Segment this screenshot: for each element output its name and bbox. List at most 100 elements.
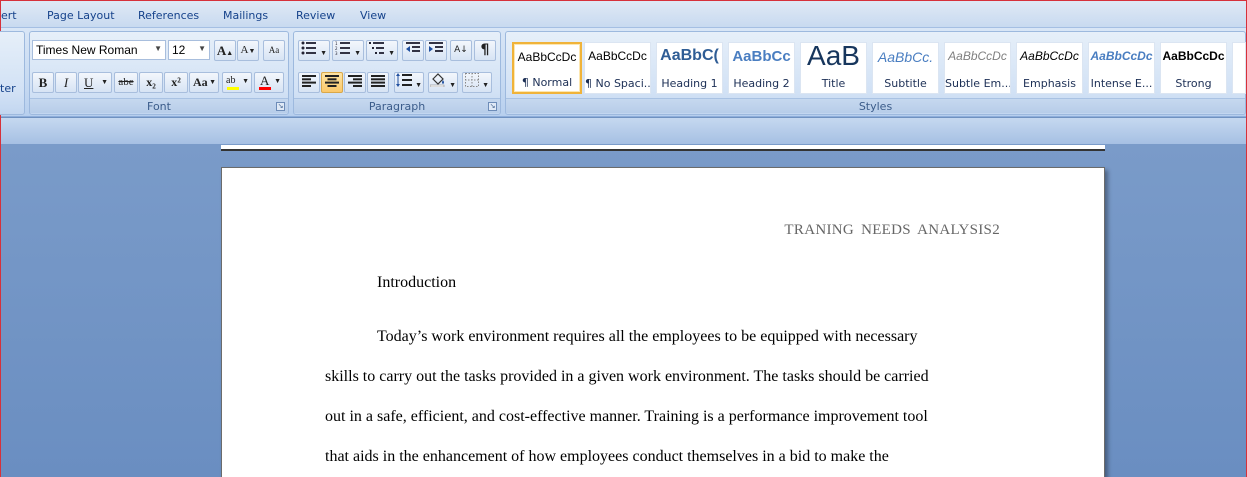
- styles-group-label: Styles: [506, 98, 1245, 113]
- grow-font-button[interactable]: A▲: [214, 40, 236, 61]
- tab-view[interactable]: View: [360, 9, 386, 22]
- align-center-icon: [325, 75, 339, 87]
- subscript-button[interactable]: x₂: [139, 72, 163, 93]
- paragraph-dialog-launcher-icon[interactable]: ↘: [488, 102, 497, 111]
- style-strong[interactable]: AaBbCcDc Strong: [1160, 42, 1227, 94]
- sort-button[interactable]: A↓: [450, 40, 472, 61]
- style-subtitle[interactable]: AaBbCc. Subtitle: [872, 42, 939, 94]
- italic-button[interactable]: I: [55, 72, 77, 93]
- sort-icon: A↓: [454, 45, 468, 55]
- numbering-button[interactable]: 123 ▼: [332, 40, 364, 61]
- chevron-down-icon: ▼: [242, 77, 249, 85]
- svg-text:3: 3: [335, 51, 338, 55]
- align-left-icon: [302, 75, 316, 87]
- increase-indent-button[interactable]: [425, 40, 447, 61]
- underline-icon: U: [84, 75, 94, 90]
- clear-formatting-icon: Aa: [268, 45, 280, 55]
- show-formatting-marks-button[interactable]: ¶: [474, 40, 496, 61]
- multilevel-list-icon: [368, 42, 384, 54]
- shrink-font-button[interactable]: A▼: [237, 40, 259, 61]
- tab-page-layout[interactable]: Page Layout: [47, 9, 115, 22]
- chevron-down-icon: ▼: [274, 77, 281, 85]
- style-normal[interactable]: AaBbCcDc ¶ Normal: [512, 42, 582, 94]
- style-sample: AaBbCcDc: [588, 49, 647, 63]
- style-title[interactable]: AaB Title: [800, 42, 867, 94]
- line-spacing-icon: [395, 73, 412, 87]
- shading-button[interactable]: ▼: [428, 72, 458, 93]
- bold-button[interactable]: B: [32, 72, 54, 93]
- style-intense-emphasis[interactable]: AaBbCcDc Intense E...: [1088, 42, 1155, 94]
- clear-formatting-button[interactable]: Aa: [263, 40, 285, 61]
- decrease-indent-button[interactable]: [402, 40, 424, 61]
- style-name: Emphasis: [1023, 77, 1076, 90]
- style-sample: AaBbCcDc: [1090, 49, 1153, 63]
- superscript-icon: x²: [171, 75, 181, 89]
- strikethrough-button[interactable]: abe: [114, 72, 138, 93]
- style-name: Subtitle: [884, 77, 927, 90]
- justify-button[interactable]: [367, 72, 389, 93]
- style-heading-1[interactable]: AaBbC( Heading 1: [656, 42, 723, 94]
- style-sample: AaBbCcDc: [517, 50, 577, 64]
- shrink-font-icon: A: [240, 44, 249, 56]
- paragraph-group-label: Paragraph: [294, 98, 500, 113]
- superscript-button[interactable]: x²: [164, 72, 188, 93]
- style-name: Subtle Em...: [945, 77, 1010, 90]
- align-left-button[interactable]: [298, 72, 320, 93]
- style-name: Heading 2: [733, 77, 790, 90]
- chevron-down-icon: ▼: [415, 81, 423, 89]
- align-right-button[interactable]: [344, 72, 366, 93]
- font-color-swatch: [259, 87, 271, 90]
- multilevel-list-button[interactable]: ▼: [366, 40, 398, 61]
- ribbon: ter Times New Roman ▼ 12 ▼ A▲ A▼ Aa B I …: [0, 27, 1246, 117]
- font-color-button[interactable]: A ▼: [254, 72, 284, 93]
- chevron-down-icon: ▼: [354, 49, 362, 57]
- style-gallery-more[interactable]: [1232, 42, 1246, 94]
- font-name-value: Times New Roman: [36, 43, 138, 57]
- font-group: Times New Roman ▼ 12 ▼ A▲ A▼ Aa B I U ▼ a…: [29, 31, 289, 115]
- chevron-down-icon: ▼: [154, 44, 162, 53]
- line-spacing-button[interactable]: ▼: [394, 72, 424, 93]
- font-name-combo[interactable]: Times New Roman ▼: [32, 40, 166, 60]
- body-line: that aids in the enhancement of how empl…: [325, 448, 889, 465]
- font-size-combo[interactable]: 12 ▼: [168, 40, 210, 60]
- tab-references[interactable]: References: [138, 9, 199, 22]
- change-case-button[interactable]: Aa ▼: [189, 72, 219, 93]
- clipboard-group: ter: [0, 31, 25, 115]
- chevron-down-icon: ▼: [449, 81, 457, 89]
- body-line: skills to carry out the tasks provided i…: [325, 368, 929, 385]
- change-case-icon: Aa: [193, 75, 208, 89]
- font-size-value: 12: [172, 43, 186, 57]
- chevron-down-icon: ▼: [101, 78, 108, 86]
- tab-insert[interactable]: ert: [1, 9, 17, 22]
- style-emphasis[interactable]: AaBbCcDc Emphasis: [1016, 42, 1083, 94]
- tab-review[interactable]: Review: [296, 9, 335, 22]
- numbering-icon: 123: [335, 41, 350, 56]
- align-center-button[interactable]: [321, 72, 343, 93]
- chevron-down-icon: ▼: [320, 49, 328, 57]
- tab-mailings[interactable]: Mailings: [223, 9, 268, 22]
- underline-button[interactable]: U ▼: [78, 72, 112, 93]
- subscript-icon: x₂: [146, 75, 156, 89]
- borders-icon: [464, 73, 479, 87]
- paragraph-group: ▼ 123 ▼ ▼ A↓ ¶ ▼ ▼ ▼ Paragraph ↘: [293, 31, 501, 115]
- borders-button[interactable]: ▼: [462, 72, 492, 93]
- chevron-down-icon: ▼: [209, 78, 216, 86]
- style-subtle-emphasis[interactable]: AaBbCcDc Subtle Em...: [944, 42, 1011, 94]
- style-no-spacing[interactable]: AaBbCcDc ¶ No Spaci...: [584, 42, 651, 94]
- style-sample: AaBbC(: [660, 47, 719, 64]
- highlight-button[interactable]: ab ▼: [222, 72, 252, 93]
- bold-icon: B: [38, 75, 48, 90]
- align-right-icon: [348, 75, 362, 87]
- grow-font-icon: A: [216, 43, 227, 58]
- style-name: Strong: [1175, 77, 1212, 90]
- bullets-icon: [301, 41, 316, 55]
- style-heading-2[interactable]: AaBbCc Heading 2: [728, 42, 795, 94]
- document-page[interactable]: TRANING NEEDS ANALYSIS2 Introduction Tod…: [221, 167, 1105, 477]
- bullets-button[interactable]: ▼: [298, 40, 330, 61]
- style-sample: AaBbCcDc: [1162, 49, 1225, 63]
- justify-icon: [371, 75, 385, 87]
- styles-group: AaBbCcDc ¶ Normal AaBbCcDc ¶ No Spaci...…: [505, 31, 1246, 115]
- font-dialog-launcher-icon[interactable]: ↘: [276, 102, 285, 111]
- clipboard-partial-label: ter: [0, 82, 16, 95]
- body-line: out in a safe, efficient, and cost-effec…: [325, 408, 928, 425]
